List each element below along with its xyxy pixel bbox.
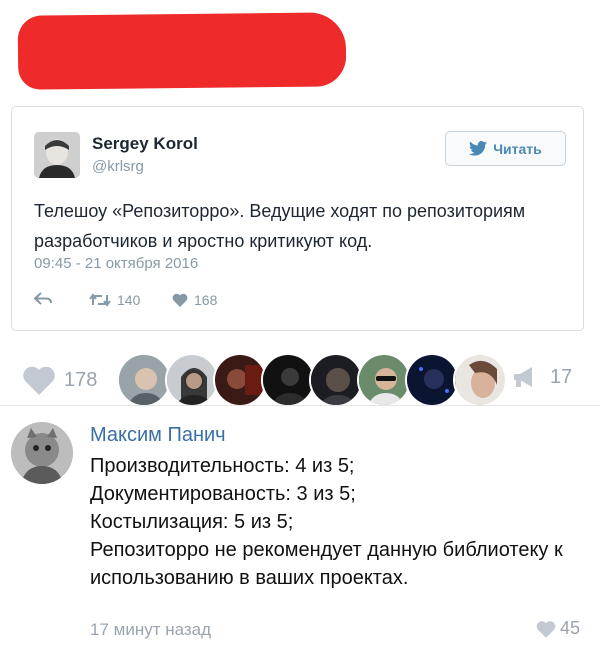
liker-avatar[interactable] bbox=[453, 353, 507, 407]
liker-avatar[interactable] bbox=[117, 353, 171, 407]
comment-line: Костылизация: 5 из 5; bbox=[90, 511, 294, 533]
comment-like-button[interactable]: 45 bbox=[536, 618, 580, 639]
comment-timestamp[interactable]: 17 минут назад bbox=[90, 620, 211, 640]
reply-icon bbox=[34, 292, 52, 305]
retweet-action[interactable]: 140 bbox=[89, 292, 140, 308]
liker-avatar[interactable] bbox=[357, 353, 411, 407]
post-like-button[interactable]: 178 bbox=[22, 365, 97, 395]
comment-line: Репозиторро не рекомендует данную библио… bbox=[90, 539, 563, 589]
comment-author-name[interactable]: Максим Панич bbox=[90, 424, 226, 447]
embedded-tweet[interactable]: Sergey Korol @krlsrg Читать Телешоу «Реп… bbox=[11, 106, 584, 331]
like-action[interactable]: 168 bbox=[172, 292, 217, 308]
post-share-count: 17 bbox=[550, 365, 573, 388]
post-share-button[interactable]: 17 bbox=[512, 365, 572, 389]
follow-button[interactable]: Читать bbox=[445, 131, 566, 166]
tweet-author-handle[interactable]: @krlsrg bbox=[92, 158, 144, 175]
follow-button-label: Читать bbox=[493, 140, 542, 157]
heart-icon bbox=[23, 366, 55, 395]
post-reactions-row: 178 17 bbox=[0, 348, 600, 412]
liker-avatar[interactable] bbox=[213, 353, 267, 407]
retweet-count: 140 bbox=[117, 292, 141, 308]
divider bbox=[0, 405, 600, 406]
comment-line: Производительность: 4 из 5; bbox=[90, 455, 355, 477]
tweet-timestamp[interactable]: 09:45 - 21 октября 2016 bbox=[34, 255, 198, 272]
heart-icon bbox=[536, 620, 556, 638]
tweet-text: Телешоу «Репозиторро». Ведущие ходят по … bbox=[34, 201, 526, 251]
liker-avatar[interactable] bbox=[165, 353, 219, 407]
liker-avatar[interactable] bbox=[309, 353, 363, 407]
reply-action[interactable] bbox=[34, 292, 52, 306]
tweet-author-avatar[interactable] bbox=[34, 132, 80, 178]
comment-author-avatar[interactable] bbox=[11, 422, 73, 484]
post-like-count: 178 bbox=[64, 368, 98, 391]
twitter-bird-icon bbox=[469, 141, 488, 156]
liker-avatar[interactable] bbox=[405, 353, 459, 407]
tweet-actions: 140 168 bbox=[34, 292, 334, 312]
tweet-author-name[interactable]: Sergey Korol bbox=[92, 134, 198, 154]
heart-icon bbox=[172, 293, 188, 307]
tweet-like-count: 168 bbox=[194, 292, 218, 308]
redaction-scribble bbox=[17, 12, 347, 90]
liker-avatar[interactable] bbox=[261, 353, 315, 407]
comment-text: Производительность: 4 из 5; Документиров… bbox=[90, 452, 585, 592]
comment-line: Документированость: 3 из 5; bbox=[90, 483, 356, 505]
comment-like-count: 45 bbox=[560, 618, 581, 638]
megaphone-icon bbox=[514, 367, 532, 387]
retweet-icon bbox=[89, 293, 111, 307]
